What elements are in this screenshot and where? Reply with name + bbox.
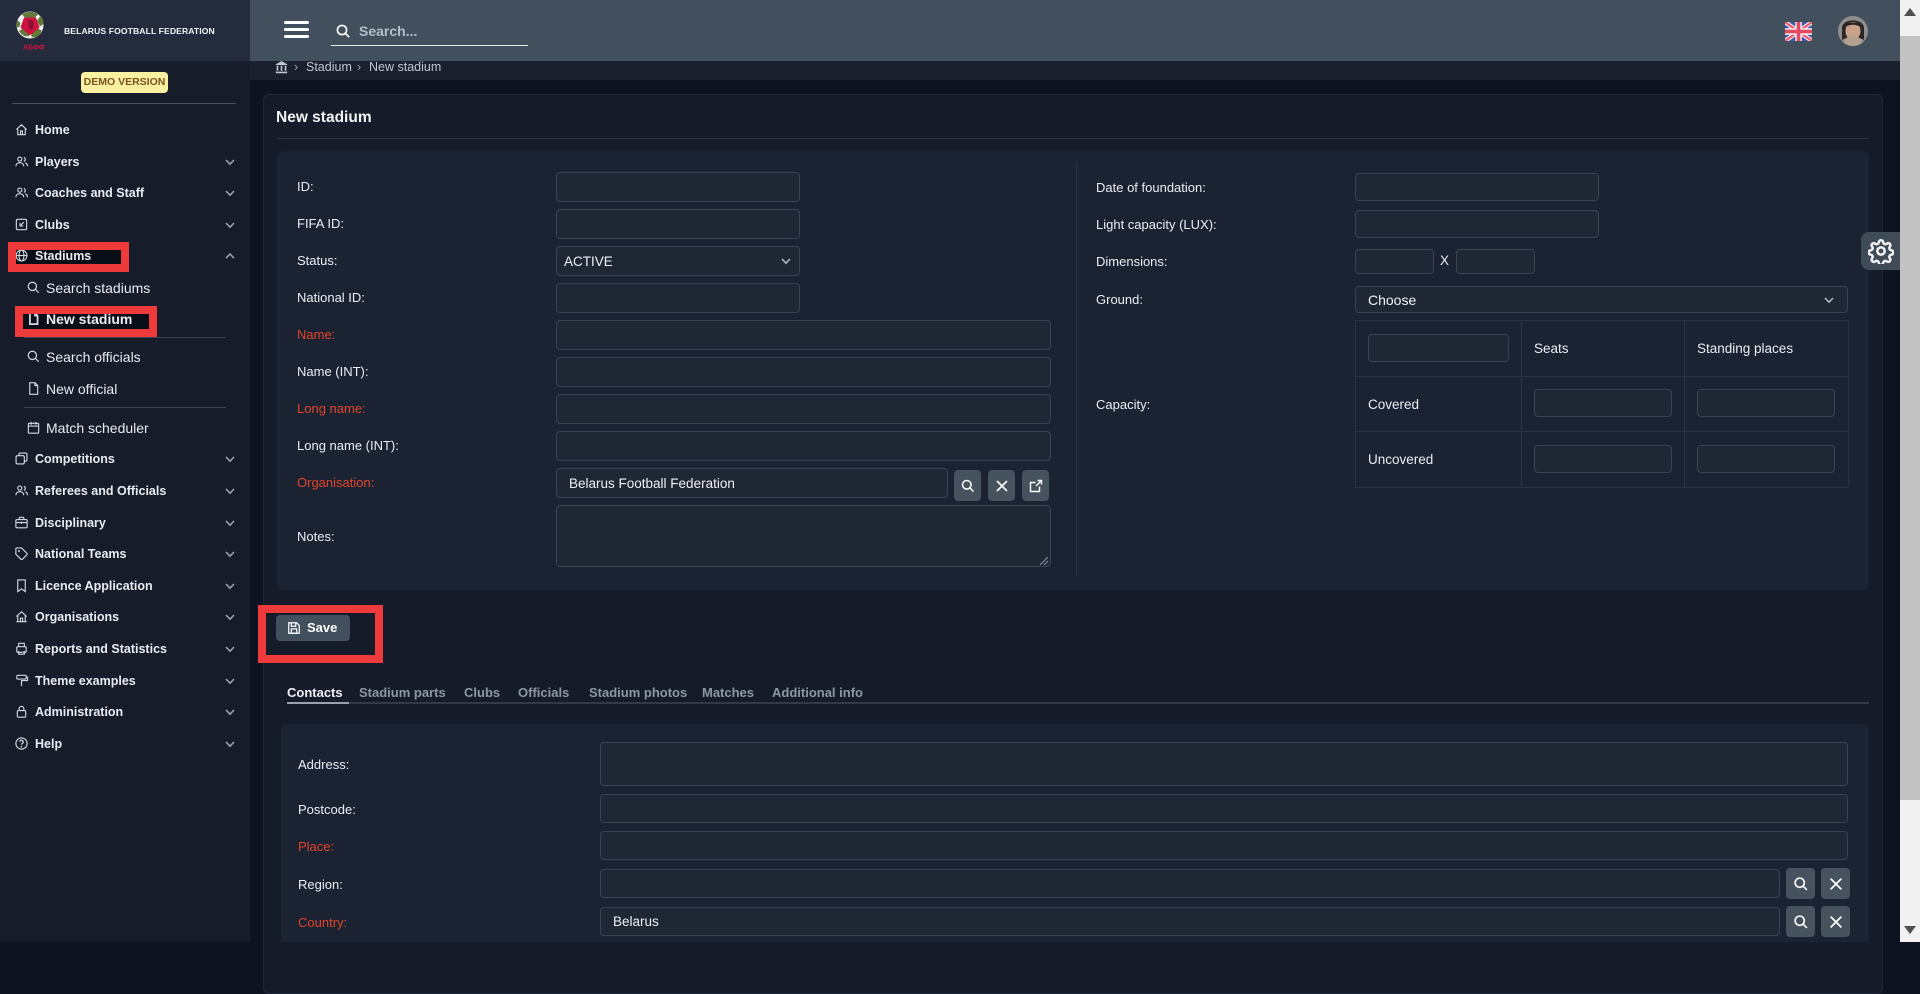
svg-text:АБФФ: АБФФ bbox=[23, 45, 45, 52]
